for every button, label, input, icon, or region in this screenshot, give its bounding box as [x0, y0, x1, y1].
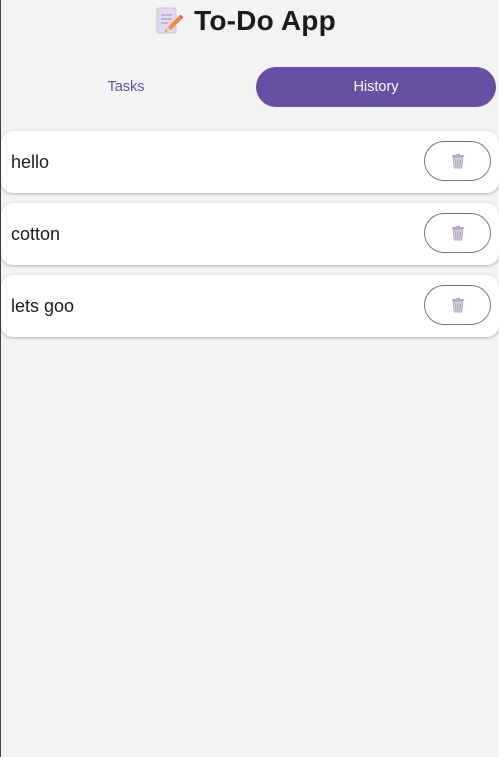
trash-icon	[450, 153, 466, 169]
trash-icon	[450, 297, 466, 313]
delete-button[interactable]	[424, 285, 491, 325]
history-list: hello cotton lets goo	[1, 131, 499, 347]
app-header: To-Do App	[1, 0, 499, 42]
list-item: hello	[1, 131, 499, 193]
delete-button[interactable]	[424, 213, 491, 253]
tab-bar: Tasks History	[1, 67, 499, 107]
item-text: cotton	[11, 223, 61, 244]
item-text: lets goo	[11, 295, 75, 316]
app-title: To-Do App	[194, 5, 336, 36]
trash-icon	[450, 225, 466, 241]
tab-history[interactable]: History	[256, 67, 496, 107]
list-item: lets goo	[1, 275, 499, 337]
delete-button[interactable]	[424, 141, 491, 181]
tab-tasks[interactable]: Tasks	[1, 67, 251, 107]
todo-app: To-Do App Tasks History hello cotton let…	[1, 0, 499, 757]
list-item: cotton	[1, 203, 499, 265]
item-text: hello	[11, 151, 50, 172]
memo-pencil-icon	[154, 5, 184, 37]
